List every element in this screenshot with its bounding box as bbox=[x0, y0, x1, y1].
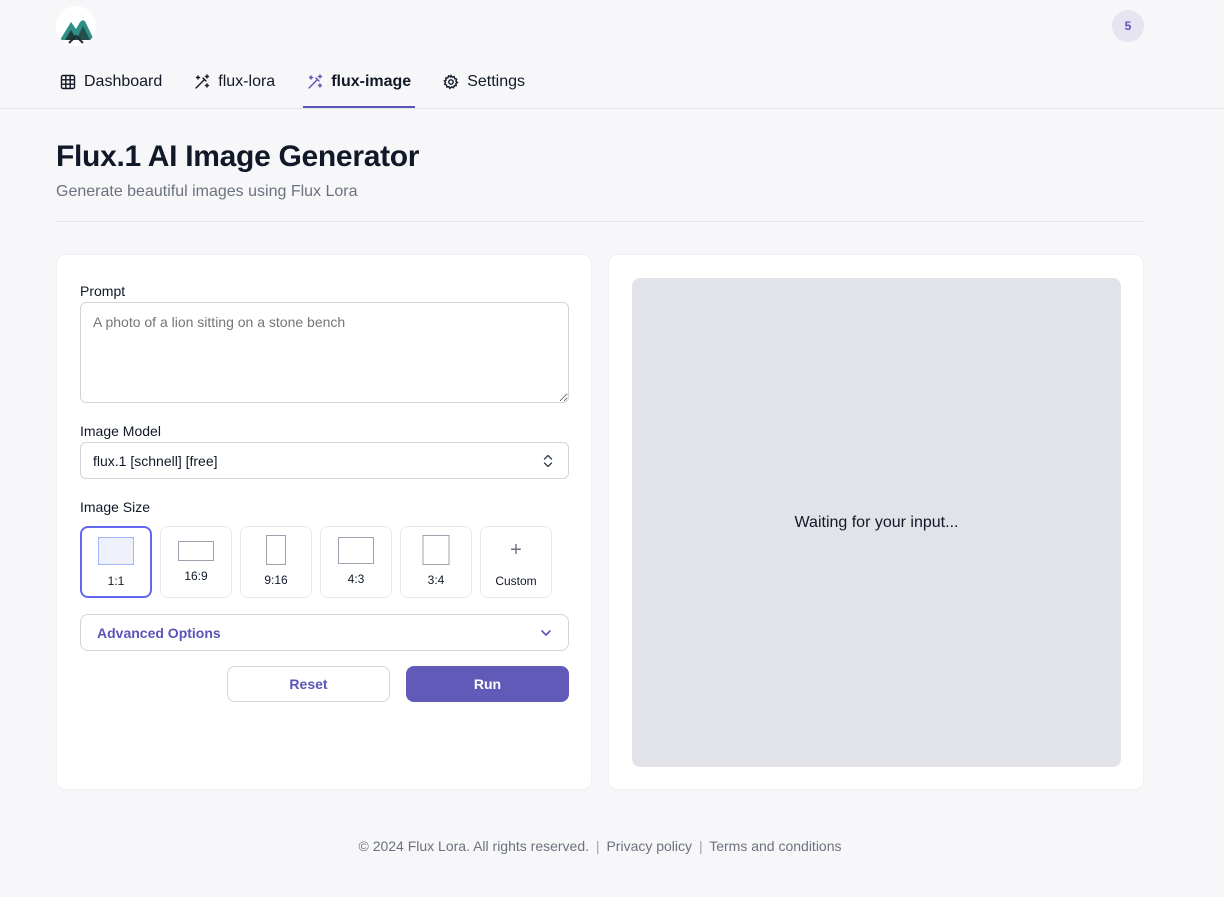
grid-icon bbox=[60, 74, 76, 90]
size-option-4-3[interactable]: 4:3 bbox=[320, 526, 392, 598]
footer-copyright: © 2024 Flux Lora. All rights reserved. bbox=[358, 838, 590, 854]
footer: © 2024 Flux Lora. All rights reserved. |… bbox=[0, 838, 1200, 854]
magic-wand-icon bbox=[195, 74, 210, 89]
size-option-label: 9:16 bbox=[264, 573, 288, 587]
size-option-label: 4:3 bbox=[347, 572, 365, 586]
tab-flux-lora[interactable]: flux-lora bbox=[190, 60, 279, 104]
size-option-label: 1:1 bbox=[107, 574, 125, 588]
reset-button[interactable]: Reset bbox=[227, 666, 390, 702]
tab-flux-image[interactable]: flux-image bbox=[303, 60, 416, 108]
tab-dashboard-label: Dashboard bbox=[84, 73, 163, 90]
plus-icon: + bbox=[510, 539, 522, 561]
image-size-options: 1:1 16:9 9:16 4:3 3:4 + Custom bbox=[80, 526, 560, 598]
main-nav: Dashboard flux-lora flux-image Settings bbox=[56, 60, 553, 108]
size-option-label: 3:4 bbox=[427, 573, 445, 587]
size-option-label: 16:9 bbox=[184, 569, 208, 583]
prompt-label: Prompt bbox=[80, 283, 126, 299]
aspect-square-shape bbox=[98, 537, 134, 565]
magic-wand-icon bbox=[308, 74, 323, 89]
size-option-custom[interactable]: + Custom bbox=[480, 526, 552, 598]
tab-flux-lora-label: flux-lora bbox=[218, 73, 276, 90]
tab-settings[interactable]: Settings bbox=[439, 60, 529, 104]
advanced-options-label: Advanced Options bbox=[97, 624, 221, 641]
image-model-value: flux.1 [schnell] [free] bbox=[93, 452, 218, 469]
size-option-16-9[interactable]: 16:9 bbox=[160, 526, 232, 598]
chevron-down-icon bbox=[541, 630, 551, 636]
terms-link[interactable]: Terms and conditions bbox=[709, 838, 841, 854]
preview-status: Waiting for your input... bbox=[794, 513, 959, 531]
image-model-select[interactable]: flux.1 [schnell] [free] bbox=[80, 442, 569, 479]
aspect-landscape-shape bbox=[338, 537, 374, 564]
tab-dashboard[interactable]: Dashboard bbox=[56, 60, 166, 104]
aspect-tall-shape bbox=[266, 535, 286, 565]
footer-separator: | bbox=[595, 838, 600, 854]
page-subtitle: Generate beautiful images using Flux Lor… bbox=[56, 183, 358, 200]
image-size-label: Image Size bbox=[80, 499, 151, 515]
gear-icon bbox=[443, 74, 459, 90]
logo-icon[interactable] bbox=[56, 6, 96, 46]
image-model-label: Image Model bbox=[80, 423, 161, 439]
generator-form-card: Prompt Image Model flux.1 [schnell] [fre… bbox=[56, 254, 592, 790]
chevron-up-down-icon bbox=[543, 454, 553, 468]
preview-card: Waiting for your input... bbox=[608, 254, 1144, 790]
footer-separator: | bbox=[698, 838, 703, 854]
tab-settings-label: Settings bbox=[467, 73, 526, 90]
run-button[interactable]: Run bbox=[406, 666, 569, 702]
top-header: 5 Dashboard flux-lora flux-image Setting… bbox=[0, 0, 1224, 109]
size-option-3-4[interactable]: 3:4 bbox=[400, 526, 472, 598]
page-title: Flux.1 AI Image Generator bbox=[56, 140, 420, 173]
image-preview: Waiting for your input... bbox=[632, 278, 1121, 767]
privacy-policy-link[interactable]: Privacy policy bbox=[606, 838, 692, 854]
notification-badge[interactable]: 5 bbox=[1112, 10, 1144, 42]
size-option-1-1[interactable]: 1:1 bbox=[80, 526, 152, 598]
aspect-portrait-shape bbox=[422, 535, 450, 565]
aspect-wide-shape bbox=[178, 541, 214, 561]
prompt-input[interactable] bbox=[80, 302, 569, 403]
advanced-options-toggle[interactable]: Advanced Options bbox=[80, 614, 569, 651]
size-option-label: Custom bbox=[495, 574, 537, 588]
size-option-9-16[interactable]: 9:16 bbox=[240, 526, 312, 598]
tab-flux-image-label: flux-image bbox=[331, 73, 412, 90]
divider bbox=[56, 221, 1144, 222]
